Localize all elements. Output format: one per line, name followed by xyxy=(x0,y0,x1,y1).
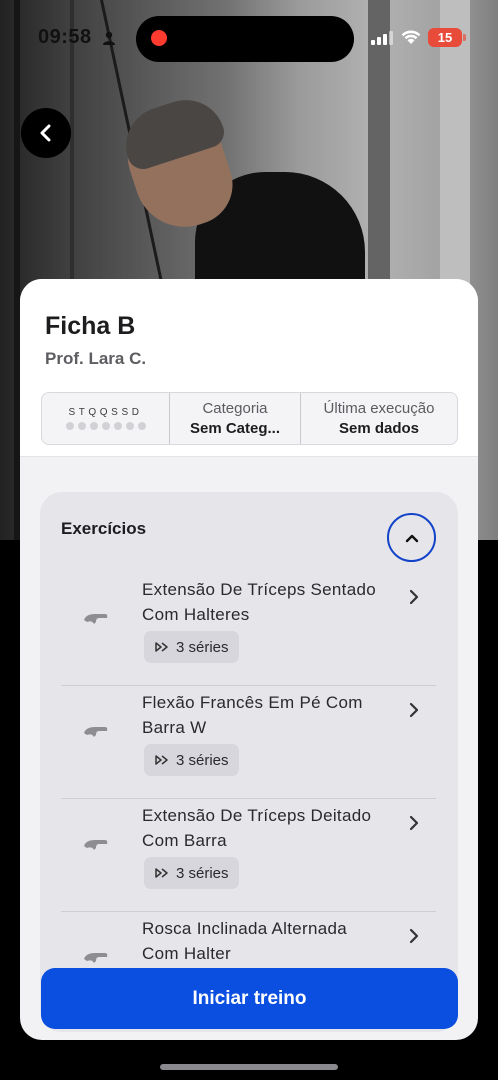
chevron-right-icon xyxy=(409,702,419,718)
last-execution-label: Última execução xyxy=(323,400,435,417)
weekdays-letters: STQQSSD xyxy=(68,407,143,418)
chevron-right-icon xyxy=(409,928,419,944)
signal-icon xyxy=(371,31,393,45)
workout-header: Ficha B Prof. Lara C. STQQSSD Categoria … xyxy=(20,279,478,457)
sets-count: 3 séries xyxy=(176,638,229,656)
home-indicator xyxy=(160,1064,338,1070)
chevron-right-icon xyxy=(409,589,419,605)
exercise-name: Extensão De Tríceps Sentado Com Halteres xyxy=(142,580,376,624)
sets-badge: 3 séries xyxy=(144,857,239,889)
sets-icon xyxy=(155,868,168,878)
exercises-card: Exercícios Extensão De Tríceps Sentado C… xyxy=(40,492,458,1032)
category-cell: Categoria Sem Categ... xyxy=(169,393,300,444)
exercise-name: Flexão Francês Em Pé Com Barra W xyxy=(142,693,363,737)
exercise-item[interactable]: Flexão Francês Em Pé Com Barra W 3 série… xyxy=(61,686,436,799)
start-workout-button[interactable]: Iniciar treino xyxy=(41,968,458,1029)
dynamic-island xyxy=(136,16,354,62)
weekdays-indicator: STQQSSD xyxy=(42,393,169,444)
status-bar: 09:58 15 xyxy=(0,14,498,62)
exercise-name: Extensão De Tríceps Deitado Com Barra xyxy=(142,806,372,850)
sets-icon xyxy=(155,642,168,652)
instructor-name: Prof. Lara C. xyxy=(45,349,147,368)
divider xyxy=(20,456,478,457)
last-execution-value: Sem dados xyxy=(338,420,420,437)
workout-info-box: STQQSSD Categoria Sem Categ... Última ex… xyxy=(41,392,458,445)
chevron-up-icon xyxy=(405,534,418,542)
sets-badge: 3 séries xyxy=(144,631,239,663)
exercise-thumbnail-icon xyxy=(84,840,108,850)
exercise-thumbnail-icon xyxy=(84,727,108,737)
exercises-header: Exercícios xyxy=(61,519,147,538)
sets-icon xyxy=(155,755,168,765)
exercise-name: Rosca Inclinada Alternada Com Halter xyxy=(142,919,348,963)
chevron-right-icon xyxy=(409,815,419,831)
sets-badge: 3 séries xyxy=(144,744,239,776)
workout-title: Ficha B xyxy=(45,312,136,340)
battery-indicator: 15 xyxy=(428,28,466,47)
exercise-thumbnail-icon xyxy=(84,614,108,624)
sets-count: 3 séries xyxy=(176,864,229,882)
back-button[interactable] xyxy=(21,108,71,158)
recording-indicator xyxy=(151,30,167,46)
status-time: 09:58 xyxy=(38,26,92,48)
wifi-icon xyxy=(401,30,421,44)
sets-count: 3 séries xyxy=(176,751,229,769)
person-icon xyxy=(103,31,115,45)
exercise-item[interactable]: Extensão De Tríceps Sentado Com Halteres… xyxy=(61,573,436,686)
category-label: Categoria xyxy=(202,400,268,417)
exercise-thumbnail-icon xyxy=(84,953,108,963)
last-execution-cell: Última execução Sem dados xyxy=(300,393,457,444)
collapse-exercises-button[interactable] xyxy=(387,513,436,562)
category-value: Sem Categ... xyxy=(189,420,281,437)
workout-sheet: Ficha B Prof. Lara C. STQQSSD Categoria … xyxy=(20,279,478,1040)
exercise-item[interactable]: Extensão De Tríceps Deitado Com Barra 3 … xyxy=(61,799,436,912)
weekdays-dots xyxy=(65,422,146,430)
back-arrow-icon xyxy=(40,124,51,142)
